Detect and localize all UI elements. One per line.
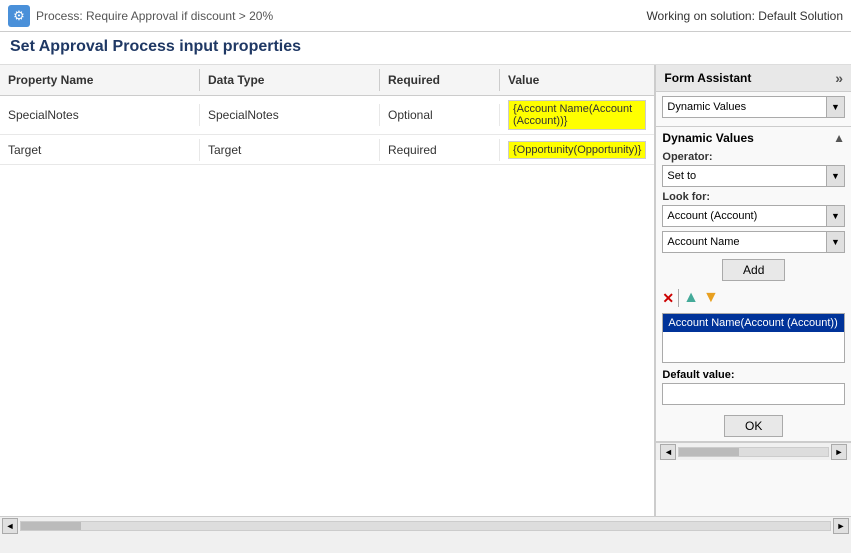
field-select[interactable]: Account Name (662, 231, 827, 253)
ok-btn-row: OK (662, 415, 845, 437)
add-button[interactable]: Add (722, 259, 785, 281)
right-scrollbar-track (678, 447, 829, 457)
top-bar: ⚙ Process: Require Approval if discount … (0, 0, 851, 32)
separator (678, 289, 679, 307)
dynamic-values-dropdown[interactable]: Dynamic Values (662, 96, 827, 118)
default-value-label: Default value: (662, 369, 845, 381)
scrollbar-track (20, 521, 831, 531)
selected-item[interactable]: Account Name(Account (Account)) (663, 314, 844, 332)
page-title: Set Approval Process input properties (0, 32, 851, 65)
add-btn-row: Add (662, 259, 845, 281)
right-scroll-left-btn[interactable]: ◄ (660, 444, 676, 460)
cell-property-1: SpecialNotes (0, 104, 200, 126)
gear-icon: ⚙ (8, 5, 30, 27)
col-header-value: Value (500, 69, 654, 91)
items-box: Account Name(Account (Account)) (662, 313, 845, 363)
action-icons-row: ✕ ▲ ▼ (662, 287, 845, 309)
main-container: Property Name Data Type Required Value S… (0, 65, 851, 516)
top-dropdown-section: Dynamic Values ▼ (656, 92, 851, 127)
table-body: SpecialNotes SpecialNotes Optional {Acco… (0, 96, 654, 516)
left-panel: Property Name Data Type Required Value S… (0, 65, 655, 516)
move-down-icon[interactable]: ▼ (703, 289, 719, 307)
table-row: SpecialNotes SpecialNotes Optional {Acco… (0, 96, 654, 135)
cell-required-1: Optional (380, 104, 500, 126)
operator-select[interactable]: Set to (662, 165, 827, 187)
look-for-label: Look for: (662, 191, 845, 203)
top-bar-left: ⚙ Process: Require Approval if discount … (8, 5, 273, 27)
cell-required-2: Required (380, 139, 500, 161)
form-assistant-header: Form Assistant » (656, 65, 851, 92)
value-highlight-1[interactable]: {Account Name(Account (Account))} (508, 100, 646, 130)
cell-value-2[interactable]: {Opportunity(Opportunity)} (500, 137, 654, 163)
right-panel: Form Assistant » Dynamic Values ▼ Dynami… (655, 65, 851, 516)
operator-select-arrow[interactable]: ▼ (827, 165, 845, 187)
ok-button[interactable]: OK (724, 415, 783, 437)
look-for-select-container: Account (Account) ▼ (662, 205, 845, 227)
form-assistant-chevron[interactable]: » (835, 70, 843, 86)
table-header: Property Name Data Type Required Value (0, 65, 654, 96)
process-title: Process: Require Approval if discount > … (36, 9, 273, 23)
default-value-row: Default value: (662, 369, 845, 411)
look-for-select-arrow[interactable]: ▼ (827, 205, 845, 227)
gear-symbol: ⚙ (13, 8, 25, 24)
cell-property-2: Target (0, 139, 200, 161)
scroll-left-btn[interactable]: ◄ (2, 518, 18, 534)
look-for-select[interactable]: Account (Account) (662, 205, 827, 227)
table-row: Target Target Required {Opportunity(Oppo… (0, 135, 654, 165)
dynamic-values-text: Dynamic Values (662, 131, 753, 145)
scroll-right-btn[interactable]: ► (833, 518, 849, 534)
default-value-input[interactable] (662, 383, 845, 405)
operator-row: Operator: Set to ▼ (662, 151, 845, 187)
top-dropdown-row: Dynamic Values ▼ (662, 96, 845, 118)
operator-label: Operator: (662, 151, 845, 163)
working-solution: Working on solution: Default Solution (646, 9, 843, 23)
look-for-row: Look for: Account (Account) ▼ (662, 191, 845, 227)
col-header-required: Required (380, 69, 500, 91)
field-select-container: Account Name ▼ (662, 231, 845, 253)
col-header-property: Property Name (0, 69, 200, 91)
right-scrollbar-thumb (679, 448, 739, 456)
field-select-arrow[interactable]: ▼ (827, 231, 845, 253)
operator-select-container: Set to ▼ (662, 165, 845, 187)
move-up-icon[interactable]: ▲ (683, 289, 699, 307)
scrollbar-thumb (21, 522, 81, 530)
dynamic-values-label: Dynamic Values ▲ (662, 131, 845, 145)
form-assistant-title: Form Assistant (664, 71, 751, 85)
col-header-datatype: Data Type (200, 69, 380, 91)
right-panel-scrollbar: ◄ ► (656, 442, 851, 460)
delete-icon[interactable]: ✕ (662, 290, 674, 307)
cell-value-1[interactable]: {Account Name(Account (Account))} (500, 96, 654, 134)
collapse-icon[interactable]: ▲ (833, 131, 845, 145)
bottom-scrollbar: ◄ ► (0, 516, 851, 534)
field-select-row: Account Name ▼ (662, 231, 845, 253)
right-scroll-right-btn[interactable]: ► (831, 444, 847, 460)
cell-datatype-2: Target (200, 139, 380, 161)
page-title-text: Set Approval Process input properties (10, 38, 301, 55)
dynamic-values-dropdown-arrow[interactable]: ▼ (827, 96, 845, 118)
cell-datatype-1: SpecialNotes (200, 104, 380, 126)
dynamic-values-section: Dynamic Values ▲ Operator: Set to ▼ Look… (656, 127, 851, 442)
value-highlight-2[interactable]: {Opportunity(Opportunity)} (508, 141, 646, 159)
